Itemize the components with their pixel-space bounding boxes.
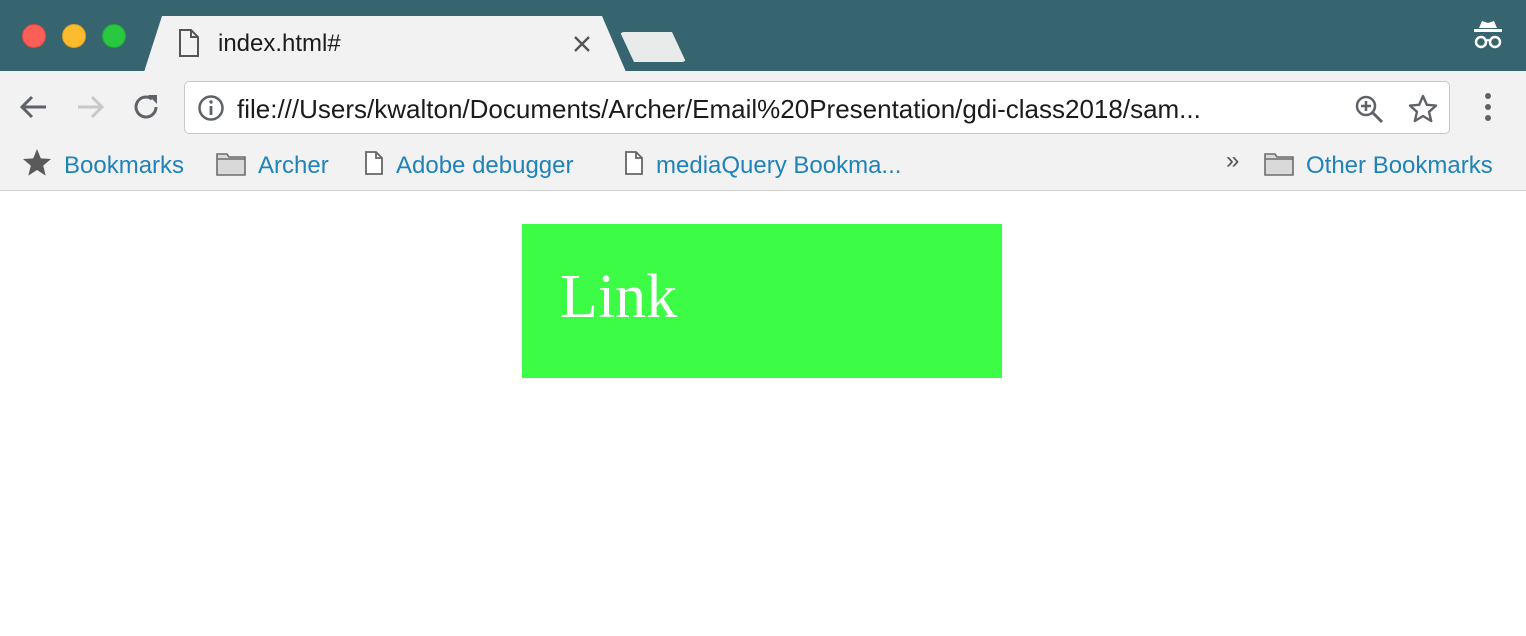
link-button[interactable]: Link (522, 224, 1002, 378)
minimize-window-button[interactable] (62, 24, 86, 48)
bookmarks-bar: Bookmarks Archer Adobe debugger mediaQue… (0, 143, 1526, 191)
bookmark-item-adobe-debugger[interactable]: Adobe debugger (364, 148, 574, 184)
address-bar[interactable]: file:///Users/kwalton/Documents/Archer/E… (184, 81, 1450, 134)
folder-icon (216, 150, 246, 183)
url-text[interactable]: file:///Users/kwalton/Documents/Archer/E… (237, 94, 1201, 125)
info-icon[interactable] (197, 94, 225, 122)
bookmarks-overflow-chevron[interactable]: » (1226, 147, 1239, 175)
new-tab-button[interactable] (620, 32, 686, 62)
bookmark-item-other-bookmarks[interactable]: Other Bookmarks (1264, 148, 1493, 184)
forward-arrow-icon[interactable] (72, 89, 108, 125)
menu-kebab-icon[interactable] (1472, 89, 1504, 125)
bookmark-star-icon[interactable] (1407, 93, 1439, 125)
page-icon (364, 150, 384, 183)
bookmark-item-archer[interactable]: Archer (216, 148, 329, 184)
close-icon[interactable] (570, 32, 594, 56)
tab-active[interactable]: index.html# (144, 16, 626, 72)
bookmark-label: Bookmarks (64, 152, 185, 179)
bookmark-label: mediaQuery Bookma... (656, 152, 902, 179)
folder-icon (1264, 150, 1294, 183)
browser-toolbar: file:///Users/kwalton/Documents/Archer/E… (0, 71, 1526, 143)
zoom-in-icon[interactable] (1353, 93, 1385, 125)
close-window-button[interactable] (22, 24, 46, 48)
title-bar: index.html# (0, 0, 1526, 72)
incognito-icon (1470, 18, 1506, 54)
page-content: Link (0, 192, 1526, 636)
maximize-window-button[interactable] (102, 24, 126, 48)
bookmark-label: Adobe debugger (396, 152, 574, 179)
reload-icon[interactable] (128, 89, 164, 125)
bookmark-item-bookmarks[interactable]: Bookmarks (22, 148, 184, 184)
page-icon (624, 150, 644, 183)
star-icon (22, 148, 52, 185)
bookmark-label: Archer (258, 152, 329, 179)
back-arrow-icon[interactable] (16, 89, 52, 125)
page-icon (178, 28, 200, 58)
tab-title: index.html# (218, 30, 341, 57)
bookmark-label: Other Bookmarks (1306, 152, 1493, 179)
bookmark-item-mediaquery[interactable]: mediaQuery Bookma... (624, 148, 901, 184)
link-label: Link (560, 263, 678, 331)
